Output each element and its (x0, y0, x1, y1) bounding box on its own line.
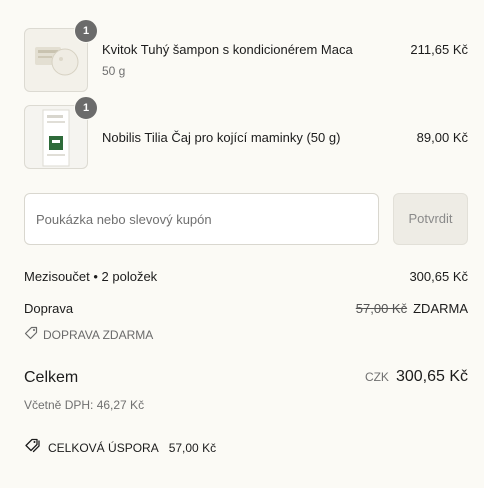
product-name: Nobilis Tilia Čaj pro kojící maminky (50… (102, 130, 341, 145)
savings-label: CELKOVÁ ÚSPORA (48, 440, 159, 455)
shipping-value-group: 57,00 Kč ZDARMA (356, 301, 468, 316)
product-name: Kvitok Tuhý šampon s kondicionérem Maca (102, 42, 353, 57)
currency-code: CZK (364, 370, 389, 384)
line-item: 1 Kvitok Tuhý šampon s kondicionérem Mac… (24, 19, 468, 92)
product-variant: 50 g (102, 64, 126, 78)
shipping-free-value: ZDARMA (413, 301, 468, 316)
subtotal-value: 300,65 Kč (409, 269, 468, 284)
product-price: 89,00 Kč (416, 130, 468, 145)
shipping-discount-label: DOPRAVA ZDARMA (43, 327, 154, 342)
total-value-group: CZK 300,65 Kč (365, 368, 468, 386)
total-savings: CELKOVÁ ÚSPORA 57,00 Kč (24, 438, 216, 457)
product-price: 211,65 Kč (410, 42, 468, 57)
vat-note: Včetně DPH: 46,27 Kč (24, 398, 145, 412)
savings-value: 57,00 Kč (168, 440, 217, 455)
subtotal-label: Mezisoučet • 2 položek (24, 269, 158, 284)
apply-coupon-button[interactable]: Potvrdit (393, 193, 468, 245)
quantity-badge: 1 (74, 19, 98, 43)
shipping-discount: DOPRAVA ZDARMA (24, 326, 153, 343)
coupon-input[interactable] (24, 193, 379, 245)
tags-icon (24, 438, 42, 457)
shipping-original-price: 57,00 Kč (355, 301, 408, 316)
total-label: Celkem (24, 369, 79, 386)
quantity-badge: 1 (74, 96, 98, 120)
tag-icon (24, 326, 38, 343)
line-item: 1 Nobilis Tilia Čaj pro kojící maminky (… (24, 96, 468, 169)
total-amount: 300,65 Kč (395, 368, 468, 385)
shipping-label: Doprava (24, 301, 74, 316)
